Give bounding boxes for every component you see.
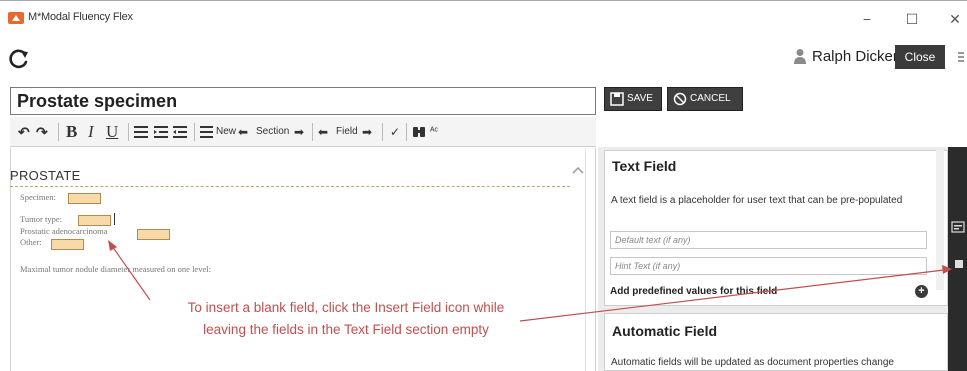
more-menu-icon[interactable] [955, 50, 965, 64]
specimen-field[interactable] [68, 193, 101, 204]
other-label: Other: [20, 237, 42, 247]
tumor-type-field[interactable] [78, 215, 111, 226]
cancel-button[interactable]: CANCEL [667, 87, 743, 111]
app-logo-icon [8, 12, 24, 24]
other-field[interactable] [51, 239, 84, 250]
specimen-label: Specimen: [20, 192, 56, 202]
close-button[interactable]: Close [895, 45, 945, 69]
replace-icon[interactable]: ᴬᶜ [430, 117, 438, 147]
text-field-title: Text Field [612, 158, 677, 174]
hint-text-input[interactable]: Hint Text (if any) [610, 257, 927, 275]
title-bar [0, 0, 967, 40]
previous-field-icon[interactable]: ⬅ [318, 117, 328, 147]
previous-section-icon[interactable]: ⬅ [238, 117, 248, 147]
adenocarcinoma-field[interactable] [137, 229, 170, 240]
cancel-label: CANCEL [690, 93, 731, 104]
formatting-toolbar: ↶ ↷ B I U New ⬅ Section ➡ ⬅ Field ➡ ✓ ᴬᶜ [10, 117, 596, 147]
tumor-type-label: Tumor type: [20, 214, 62, 224]
document-title-field[interactable]: Prostate specimen [10, 87, 596, 115]
toolbar-divider [194, 123, 195, 141]
toolbar-divider [406, 123, 407, 141]
list-icon[interactable] [134, 125, 148, 139]
chevron-up-icon[interactable] [570, 162, 586, 178]
next-field-icon[interactable]: ➡ [362, 117, 372, 147]
add-predefined-values-label[interactable]: Add predefined values for this field [610, 286, 777, 297]
cancel-icon [673, 92, 687, 106]
annotation-callout: To insert a blank field, click the Inser… [130, 297, 562, 341]
refresh-icon[interactable] [8, 48, 30, 70]
minimize-button[interactable]: − [852, 8, 882, 30]
automatic-field-title: Automatic Field [612, 323, 718, 339]
default-text-input[interactable]: Default text (if any) [610, 231, 927, 249]
section-heading: PROSTATE [10, 168, 81, 183]
section-navigation-label: Section [256, 126, 290, 137]
italic-button[interactable]: I [88, 117, 94, 147]
toolbar-divider [58, 123, 59, 141]
insert-field-icon[interactable] [953, 258, 965, 270]
annotation-line-1: To insert a blank field, click the Inser… [187, 300, 505, 315]
indent-icon[interactable] [154, 125, 168, 139]
automatic-field-description: Automatic fields will be updated as docu… [611, 357, 894, 368]
user-icon [794, 49, 806, 64]
spellcheck-icon[interactable]: ✓ [390, 117, 400, 147]
annotation-line-2: leaving the fields in the Text Field sec… [203, 322, 489, 337]
new-button[interactable]: New [216, 117, 236, 147]
save-button[interactable]: SAVE [604, 87, 662, 111]
redo-icon[interactable]: ↷ [36, 117, 48, 147]
window-title: M*Modal Fluency Flex [28, 11, 133, 23]
text-field-icon[interactable] [951, 221, 965, 233]
text-cursor [114, 213, 115, 225]
toolbar-divider [128, 123, 129, 141]
new-section-icon[interactable] [200, 125, 213, 139]
save-label: SAVE [627, 93, 653, 104]
panel-scrollbar[interactable] [936, 150, 944, 290]
save-icon [610, 92, 624, 106]
outdent-icon[interactable] [173, 125, 187, 139]
next-section-icon[interactable]: ➡ [294, 117, 304, 147]
section-divider [10, 186, 570, 187]
tumor-diameter-label: Maximal tumor nodule diameter measured o… [20, 264, 211, 274]
window-close-button[interactable]: ✕ [940, 8, 967, 30]
find-icon[interactable] [412, 125, 426, 139]
text-field-description: A text field is a placeholder for user t… [611, 195, 903, 206]
undo-icon[interactable]: ↶ [18, 117, 30, 147]
toolbar-divider [382, 123, 383, 141]
editor-border [585, 148, 586, 371]
bold-button[interactable]: B [66, 117, 77, 147]
add-predefined-value-button[interactable]: + [915, 285, 928, 298]
field-navigation-label: Field [336, 126, 358, 137]
toolbar-divider [312, 123, 313, 141]
underline-button[interactable]: U [106, 117, 118, 147]
document-title: Prostate specimen [17, 91, 178, 111]
maximize-button[interactable]: ☐ [897, 8, 927, 30]
adenocarcinoma-label: Prostatic adenocarcinoma [20, 226, 108, 236]
